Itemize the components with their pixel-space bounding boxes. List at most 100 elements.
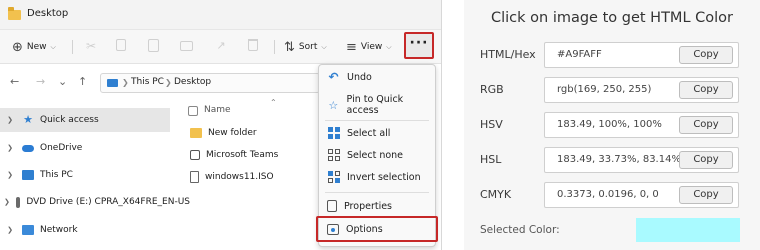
menu-item-label: Invert selection: [347, 171, 421, 183]
color-row-cmyk: CMYK 0.3373, 0.0196, 0, 0 Copy: [464, 182, 760, 208]
expand-chevron-icon[interactable]: ❯: [4, 116, 16, 124]
properties-icon: [327, 200, 337, 212]
color-row-label: HSL: [480, 153, 502, 166]
toolbar-divider: [72, 40, 73, 54]
color-row-hsv: HSV 183.49, 100%, 100% Copy: [464, 112, 760, 138]
folder-icon: [190, 128, 202, 138]
picker-title: Click on image to get HTML Color: [490, 10, 733, 26]
file-name: windows11.ISO: [205, 172, 274, 182]
nav-item-this-pc[interactable]: ❯ This PC: [0, 163, 170, 187]
plus-icon: ⊕: [12, 39, 23, 55]
file-name: New folder: [208, 128, 257, 138]
menu-item-label: Pin to Quick access: [346, 94, 404, 116]
select-none-icon: [327, 148, 340, 162]
file-row[interactable]: Microsoft Teams: [190, 146, 278, 164]
invert-selection-icon: [327, 170, 340, 184]
copy-button[interactable]: Copy: [679, 186, 733, 204]
recent-chevron-icon[interactable]: ⌄: [58, 75, 67, 88]
new-button-label: New: [26, 42, 47, 52]
expand-chevron-icon[interactable]: ❯: [4, 171, 16, 179]
nav-item-network[interactable]: ❯ Network: [0, 218, 170, 242]
forward-arrow-icon[interactable]: →: [36, 75, 45, 88]
breadcrumb-separator-icon: ❯: [122, 78, 129, 87]
cloud-icon: [22, 144, 34, 152]
color-row-label: RGB: [480, 83, 504, 96]
cut-icon[interactable]: ✂: [84, 39, 98, 53]
expand-chevron-icon[interactable]: ❯: [4, 144, 16, 152]
color-value: 0.3373, 0.0196, 0, 0: [557, 189, 659, 200]
column-header-name[interactable]: Name: [204, 105, 231, 115]
expand-chevron-icon[interactable]: ❯: [4, 226, 16, 234]
new-button[interactable]: ⊕ New ⌵: [12, 37, 56, 57]
toolbar-divider: [274, 40, 275, 54]
menu-item-invert-selection[interactable]: Invert selection: [319, 166, 435, 188]
up-arrow-icon[interactable]: ↑: [78, 75, 87, 88]
select-all-checkbox[interactable]: [188, 106, 198, 116]
hsl-value-field[interactable]: 183.49, 33.73%, 83.14% Copy: [544, 147, 739, 173]
breadcrumb-separator-icon: ❯: [165, 78, 172, 87]
hsv-value-field[interactable]: 183.49, 100%, 100% Copy: [544, 112, 739, 138]
command-bar: ⊕ New ⌵ ✂ ↗ ⇅ Sort ⌵ ≡ View ⌵: [0, 30, 441, 64]
breadcrumb-desktop[interactable]: Desktop: [174, 77, 211, 87]
color-value: 183.49, 33.73%, 83.14%: [557, 154, 681, 165]
color-row-label: HTML/Hex: [480, 48, 536, 61]
color-row-hex: HTML/Hex #A9FAFF Copy: [464, 42, 760, 68]
share-icon[interactable]: ↗: [214, 39, 228, 53]
copy-button[interactable]: Copy: [679, 116, 733, 134]
select-all-icon: [327, 126, 340, 140]
back-arrow-icon[interactable]: ←: [10, 75, 19, 88]
copy-icon[interactable]: [116, 39, 130, 53]
color-value: #A9FAFF: [557, 49, 602, 60]
menu-item-select-none[interactable]: Select none: [319, 144, 435, 166]
nav-item-onedrive[interactable]: ❯ OneDrive: [0, 136, 170, 160]
undo-icon: ↶: [328, 70, 339, 84]
selected-color-label: Selected Color:: [480, 224, 560, 236]
pin-icon: ☆: [328, 98, 339, 112]
address-bar[interactable]: ❯ This PC ❯ Desktop: [100, 73, 320, 93]
selected-color-swatch: [636, 218, 740, 242]
delete-icon[interactable]: [248, 39, 262, 53]
file-row[interactable]: windows11.ISO: [190, 168, 274, 186]
menu-item-properties[interactable]: Properties: [319, 195, 435, 217]
menu-item-label: Select all: [347, 127, 391, 139]
paste-icon[interactable]: [148, 39, 162, 53]
breadcrumb-this-pc[interactable]: This PC: [131, 77, 164, 87]
rgb-value-field[interactable]: rgb(169, 250, 255) Copy: [544, 77, 739, 103]
view-button[interactable]: ≡ View ⌵: [346, 37, 392, 57]
hex-value-field[interactable]: #A9FAFF Copy: [544, 42, 739, 68]
nav-item-label: Network: [40, 225, 78, 235]
rename-icon[interactable]: [180, 39, 194, 53]
title-bar: Desktop: [0, 0, 441, 30]
network-icon: [22, 225, 34, 235]
file-row[interactable]: New folder: [190, 124, 257, 142]
folder-icon: [8, 7, 21, 20]
chevron-down-icon: ⌵: [386, 42, 392, 51]
file-explorer-window: Desktop ⊕ New ⌵ ✂ ↗ ⇅ Sort ⌵ ≡ View ⌵ ··…: [0, 0, 442, 250]
copy-button[interactable]: Copy: [679, 81, 733, 99]
nav-item-label: DVD Drive (E:) CPRA_X64FRE_EN-US: [26, 197, 190, 207]
file-name: Microsoft Teams: [206, 150, 279, 160]
sort-caret-icon: ⌃: [270, 98, 277, 107]
copy-button[interactable]: Copy: [679, 151, 733, 169]
chevron-down-icon: ⌵: [321, 42, 327, 51]
menu-separator: [325, 120, 429, 121]
menu-item-select-all[interactable]: Select all: [319, 122, 435, 144]
cmyk-value-field[interactable]: 0.3373, 0.0196, 0, 0 Copy: [544, 182, 739, 208]
teams-icon: [190, 150, 200, 160]
dvd-icon: [15, 196, 21, 208]
nav-item-quick-access[interactable]: ❯ ★ Quick access: [0, 108, 170, 132]
menu-item-undo[interactable]: ↶ Undo: [319, 66, 435, 88]
iso-file-icon: [190, 171, 199, 183]
expand-chevron-icon[interactable]: ❯: [4, 198, 10, 206]
sort-button[interactable]: ⇅ Sort ⌵: [284, 37, 327, 57]
color-picker-panel: Click on image to get HTML Color HTML/He…: [464, 0, 760, 250]
window-title: Desktop: [27, 8, 69, 19]
menu-item-pin-to-quick-access[interactable]: ☆ Pin to Quick access: [319, 94, 435, 116]
sort-icon: ⇅: [284, 39, 295, 55]
copy-button[interactable]: Copy: [679, 46, 733, 64]
see-more-button[interactable]: ···: [404, 32, 434, 59]
star-icon: ★: [23, 113, 33, 126]
menu-separator: [325, 192, 429, 193]
nav-item-dvd-drive[interactable]: ❯ DVD Drive (E:) CPRA_X64FRE_EN-US: [0, 190, 190, 214]
chevron-down-icon: ⌵: [50, 42, 56, 51]
